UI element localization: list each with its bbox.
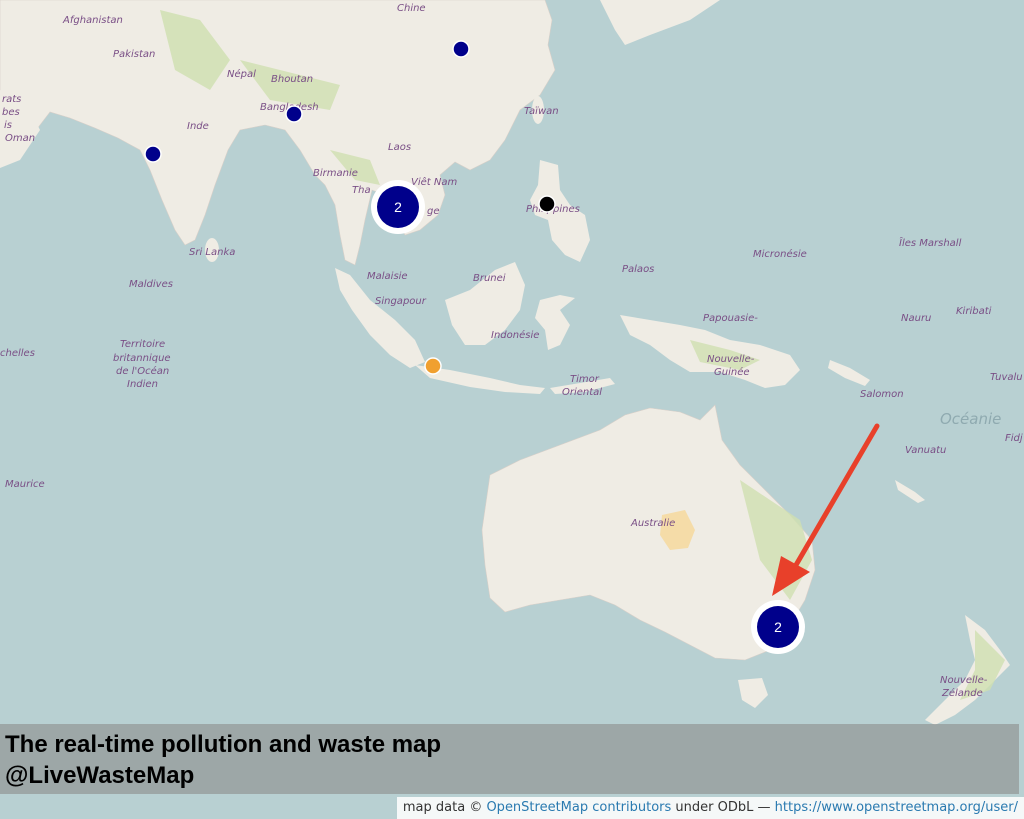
cluster-thailand-count: 2 (394, 199, 402, 215)
bangladesh-marker[interactable] (285, 105, 303, 123)
label-fidji: Fidj (1005, 433, 1023, 444)
label-afghanistan: Afghanistan (62, 15, 123, 26)
label-birmanie: Birmanie (313, 168, 358, 179)
label-vanuatu: Vanuatu (905, 445, 946, 456)
label-nepal: Népal (227, 68, 256, 80)
label-inde: Inde (187, 121, 209, 132)
caption-handle: @LiveWasteMap (5, 762, 195, 789)
label-thailande: Tha (352, 185, 371, 196)
label-palaos: Palaos (622, 264, 654, 275)
cluster-sydney-count: 2 (774, 619, 782, 635)
label-australie: Australie (630, 518, 675, 529)
label-papouasie-2: Nouvelle- (707, 354, 755, 365)
label-brunei: Brunei (473, 273, 506, 284)
label-timor-1: Timor (570, 374, 600, 385)
label-emirats-2: bes (2, 107, 20, 118)
caption-banner: The real-time pollution and waste map @L… (0, 724, 1019, 794)
label-papouasie-1: Papouasie- (703, 313, 758, 324)
label-malaisie: Malaisie (367, 271, 408, 282)
label-maldives: Maldives (129, 279, 173, 290)
india-marker[interactable] (144, 145, 162, 163)
java-marker[interactable] (424, 357, 442, 375)
label-seychelles: chelles (0, 348, 35, 359)
label-laos: Laos (388, 142, 411, 153)
label-micronesie: Micronésie (753, 248, 807, 260)
osm-contributors-link[interactable]: OpenStreetMap contributors (486, 800, 671, 815)
label-territoire-4: Indien (127, 379, 158, 390)
label-emirats-3: is (4, 120, 12, 131)
label-salomon: Salomon (860, 389, 904, 400)
label-oman: Oman (5, 133, 35, 144)
label-taiwan: Taïwan (524, 106, 559, 117)
label-cambodge: ge (427, 206, 440, 217)
label-nauru: Nauru (901, 313, 931, 324)
label-tuvalu: Tuvalu (990, 372, 1023, 383)
cluster-thailand[interactable]: 2 (371, 180, 425, 234)
label-territoire-3: de l'Océan (116, 365, 169, 377)
label-pakistan: Pakistan (113, 49, 155, 60)
label-kiribati: Kiribati (956, 306, 992, 317)
philippines-marker[interactable] (538, 195, 556, 213)
cluster-sydney[interactable]: 2 (751, 600, 805, 654)
label-territoire-1: Territoire (120, 339, 165, 350)
label-chine: Chine (397, 3, 426, 14)
label-iles-marshall: Îles Marshall (899, 236, 962, 249)
label-singapour: Singapour (375, 296, 427, 307)
attribution: map data © OpenStreetMap contributors un… (396, 797, 1024, 819)
label-timor-2: Oriental (562, 387, 602, 398)
caption-title: The real-time pollution and waste map (5, 731, 442, 758)
label-territoire-2: britannique (113, 353, 171, 364)
label-bhoutan: Bhoutan (271, 74, 313, 85)
label-indonesie: Indonésie (491, 329, 539, 341)
label-nz-2: Zélande (941, 687, 983, 699)
osm-user-link[interactable]: https://www.openstreetmap.org/user/ (775, 800, 1018, 815)
map-canvas[interactable]: Afghanistan Chine Pakistan Népal Bhoutan… (0, 0, 1024, 819)
attribution-prefix: map data © (402, 800, 487, 815)
attribution-middle: under ODbL — (671, 800, 775, 815)
label-emirats: rats (2, 94, 21, 105)
label-oceanie: Océanie (940, 410, 1001, 428)
label-sri-lanka: Sri Lanka (189, 247, 235, 258)
label-papouasie-3: Guinée (714, 366, 750, 378)
label-nz-1: Nouvelle- (940, 675, 988, 686)
label-viet-nam: Viêt Nam (411, 176, 457, 188)
china-marker[interactable] (452, 40, 470, 58)
label-maurice: Maurice (5, 479, 45, 490)
